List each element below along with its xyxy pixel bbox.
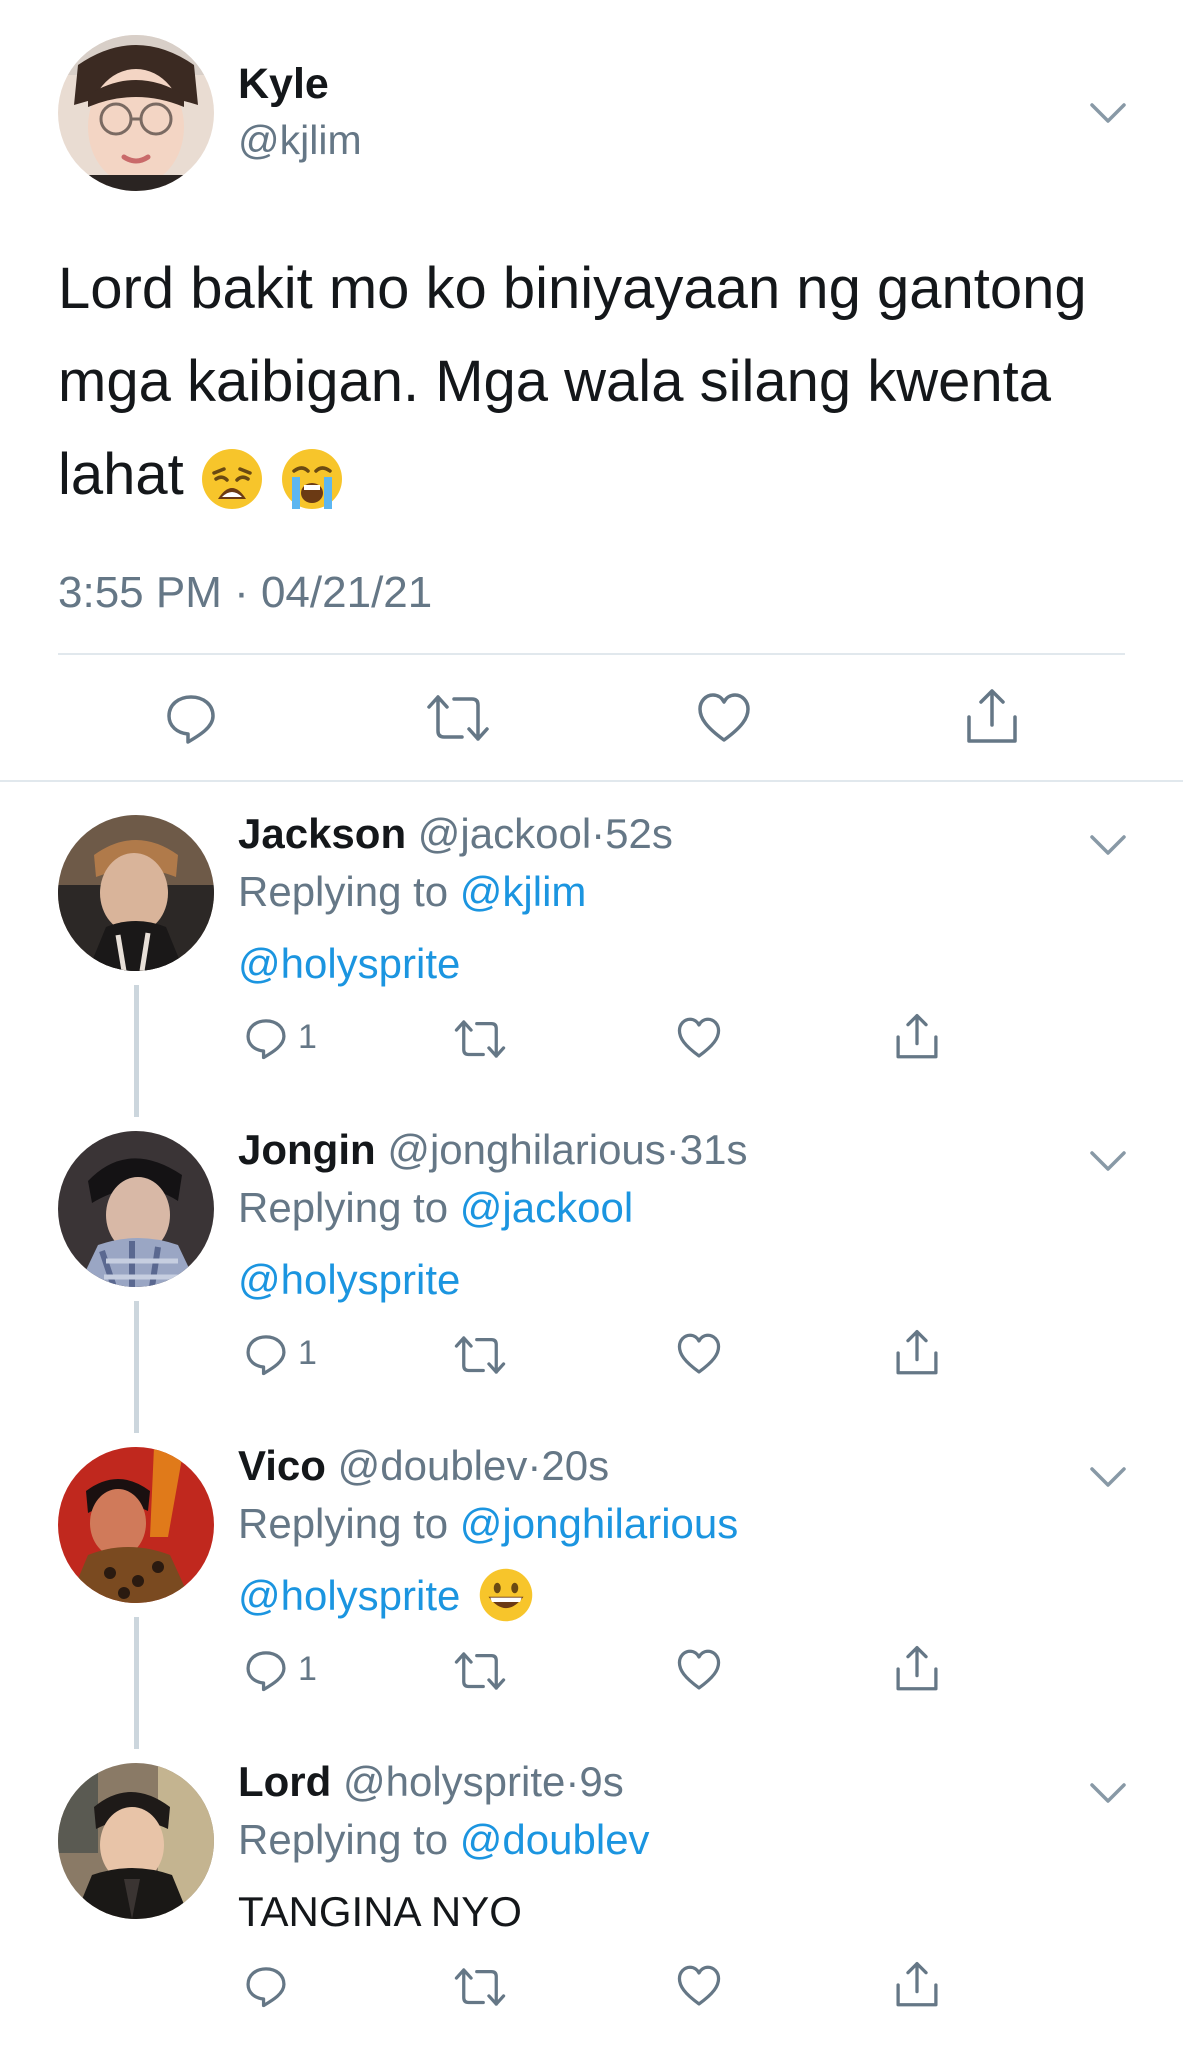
retweet-icon[interactable] <box>426 693 490 743</box>
replying-label: Replying to <box>238 868 460 915</box>
share-icon[interactable] <box>894 1012 940 1062</box>
replying-to: Replying to @doublev <box>238 1816 650 1864</box>
share-icon[interactable] <box>894 1644 940 1694</box>
author-name[interactable]: Jackson <box>238 810 406 857</box>
author-handle[interactable]: @doublev <box>338 1442 528 1489</box>
author-name[interactable]: Vico <box>238 1442 326 1489</box>
author-handle[interactable]: @holysprite <box>343 1758 565 1805</box>
reply-icon[interactable] <box>164 691 218 745</box>
replying-label: Replying to <box>238 1816 460 1863</box>
reply-count: 1 <box>298 1018 317 1056</box>
tweet-actions <box>0 685 1183 751</box>
replying-to-link[interactable]: @jonghilarious <box>460 1500 738 1547</box>
reply-actions: 1 <box>238 1642 998 1702</box>
author-name[interactable]: Jongin <box>238 1126 376 1173</box>
reply-header: Vico @doublev·20s <box>238 1442 609 1490</box>
reply-age[interactable]: 52s <box>605 810 673 857</box>
reply-tweet[interactable]: Jackson @jackool·52s Replying to @kjlim … <box>0 782 1183 1117</box>
mention-link[interactable]: @holysprite <box>238 1256 460 1303</box>
avatar[interactable] <box>58 35 214 191</box>
reply-body: TANGINA NYO <box>238 1888 522 1936</box>
reply-header: Lord @holysprite·9s <box>238 1758 624 1806</box>
share-icon[interactable] <box>964 687 1020 747</box>
avatar[interactable] <box>58 815 214 971</box>
separator: · <box>665 1126 680 1173</box>
avatar[interactable] <box>58 1447 214 1603</box>
mention-link[interactable]: @holysprite <box>238 940 460 987</box>
author-handle[interactable]: @jonghilarious <box>387 1126 665 1173</box>
author-name[interactable]: Kyle <box>238 60 329 109</box>
loudly-crying-face-emoji <box>282 448 343 509</box>
author-handle[interactable]: @jackool <box>418 810 591 857</box>
avatar[interactable] <box>58 1763 214 1919</box>
like-icon[interactable] <box>676 1964 722 2008</box>
reply-icon[interactable] <box>244 1016 288 1060</box>
like-icon[interactable] <box>676 1648 722 1692</box>
weary-face-emoji <box>201 448 262 509</box>
replying-to-link[interactable]: @doublev <box>460 1816 650 1863</box>
chevron-down-icon[interactable] <box>1088 1148 1128 1174</box>
author-handle[interactable]: @kjlim <box>238 117 362 164</box>
reply-icon[interactable] <box>244 1964 288 2008</box>
reply-icon[interactable] <box>244 1648 288 1692</box>
replying-to: Replying to @kjlim <box>238 868 586 916</box>
reply-tweet[interactable]: Lord @holysprite·9s Replying to @doublev… <box>0 1730 1183 2046</box>
reply-age[interactable]: 9s <box>579 1758 623 1805</box>
grinning-face-emoji <box>479 1568 533 1622</box>
retweet-icon[interactable] <box>454 1334 506 1376</box>
reply-body: @holysprite <box>238 940 460 988</box>
separator: · <box>565 1758 580 1805</box>
separator: · <box>591 810 606 857</box>
chevron-down-icon[interactable] <box>1088 832 1128 858</box>
replying-to-link[interactable]: @kjlim <box>460 868 587 915</box>
divider <box>58 653 1125 655</box>
reply-actions <box>238 1958 998 2018</box>
tweet-timestamp[interactable]: 3:55 PM · 04/21/21 <box>58 568 432 618</box>
mention-link[interactable]: @holysprite <box>238 1572 460 1619</box>
tweet-text: Lord bakit mo ko biniyayaan ng gantong m… <box>58 242 1118 521</box>
reply-header: Jongin @jonghilarious·31s <box>238 1126 748 1174</box>
replying-to-link[interactable]: @jackool <box>460 1184 633 1231</box>
like-icon[interactable] <box>676 1016 722 1060</box>
like-icon[interactable] <box>696 691 752 745</box>
replying-to: Replying to @jonghilarious <box>238 1500 738 1548</box>
chevron-down-icon[interactable] <box>1088 1464 1128 1490</box>
replying-label: Replying to <box>238 1500 460 1547</box>
retweet-icon[interactable] <box>454 1966 506 2008</box>
reply-age[interactable]: 20s <box>541 1442 609 1489</box>
reply-text: TANGINA NYO <box>238 1888 522 1935</box>
reply-body: @holysprite <box>238 1568 534 1623</box>
main-tweet: Kyle @kjlim Lord bakit mo ko biniyayaan … <box>0 0 1183 781</box>
reply-actions: 1 <box>238 1010 998 1070</box>
reply-actions: 1 <box>238 1326 998 1386</box>
reply-tweet[interactable]: Vico @doublev·20s Replying to @jonghilar… <box>0 1414 1183 1749</box>
reply-count: 1 <box>298 1650 317 1688</box>
chevron-down-icon[interactable] <box>1088 1780 1128 1806</box>
reply-body: @holysprite <box>238 1256 460 1304</box>
reply-tweet[interactable]: Jongin @jonghilarious·31s Replying to @j… <box>0 1098 1183 1433</box>
retweet-icon[interactable] <box>454 1650 506 1692</box>
retweet-icon[interactable] <box>454 1018 506 1060</box>
reply-count: 1 <box>298 1334 317 1372</box>
replying-to: Replying to @jackool <box>238 1184 633 1232</box>
like-icon[interactable] <box>676 1332 722 1376</box>
author-name[interactable]: Lord <box>238 1758 331 1805</box>
avatar[interactable] <box>58 1131 214 1287</box>
reply-header: Jackson @jackool·52s <box>238 810 673 858</box>
separator: · <box>527 1442 542 1489</box>
replying-label: Replying to <box>238 1184 460 1231</box>
reply-age[interactable]: 31s <box>680 1126 748 1173</box>
share-icon[interactable] <box>894 1960 940 2010</box>
reply-icon[interactable] <box>244 1332 288 1376</box>
chevron-down-icon[interactable] <box>1088 100 1128 126</box>
share-icon[interactable] <box>894 1328 940 1378</box>
